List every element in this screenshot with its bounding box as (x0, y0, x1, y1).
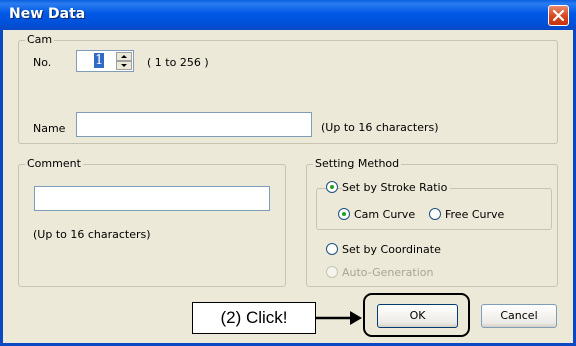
close-icon (552, 9, 565, 22)
cam-name-input[interactable] (76, 112, 312, 137)
cam-no-spinner[interactable]: 1 (76, 50, 134, 72)
stroke-ratio-label[interactable]: Set by Stroke Ratio (342, 181, 451, 194)
spin-down-icon[interactable] (116, 61, 132, 70)
comment-hint: (Up to 16 characters) (33, 228, 151, 241)
title-bar: New Data (0, 0, 576, 30)
cam-curve-label[interactable]: Cam Curve (354, 208, 415, 221)
ok-highlight-outline (363, 293, 470, 337)
cam-group-legend: Cam (25, 33, 55, 46)
spin-up-icon[interactable] (116, 52, 132, 61)
cam-no-label: No. (33, 56, 52, 69)
comment-group: Comment (18, 157, 286, 287)
radio-set-by-coordinate[interactable] (326, 243, 338, 255)
free-curve-label[interactable]: Free Curve (445, 208, 504, 221)
radio-cam-curve[interactable] (338, 208, 350, 220)
comment-input[interactable] (34, 186, 270, 211)
close-button[interactable] (548, 5, 569, 26)
radio-stroke-ratio[interactable] (326, 181, 338, 193)
comment-group-legend: Comment (25, 157, 83, 170)
cam-no-value[interactable]: 1 (94, 53, 105, 68)
cam-name-label: Name (33, 122, 66, 135)
radio-auto-generation (326, 266, 338, 278)
new-data-dialog: New Data Cam No. 1 ( 1 to 256 ) Name (Up… (0, 0, 576, 346)
cam-name-hint: (Up to 16 characters) (321, 121, 439, 134)
set-by-coordinate-label[interactable]: Set by Coordinate (342, 243, 441, 256)
cancel-button[interactable]: Cancel (481, 304, 557, 328)
arrow-right-icon (316, 311, 362, 325)
window-title: New Data (9, 6, 86, 22)
auto-generation-label: Auto-Generation (342, 266, 434, 279)
setting-method-legend: Setting Method (313, 157, 402, 170)
cam-no-range-hint: ( 1 to 256 ) (147, 56, 209, 69)
radio-free-curve[interactable] (429, 208, 441, 220)
click-callout: (2) Click! (192, 302, 316, 334)
